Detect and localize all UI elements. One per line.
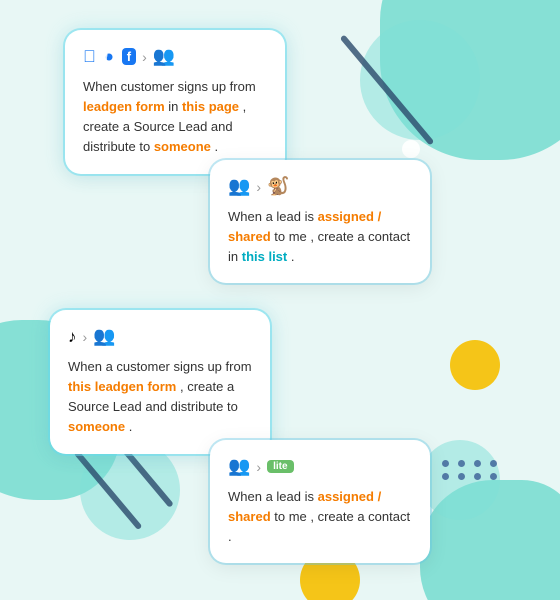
users-icon-2: 👥 [228,176,250,197]
arrow-icon-3: › [83,329,88,345]
users-icon-4: 👥 [228,456,250,477]
svg-text:f: f [105,52,108,61]
users-icon-3: 👥 [93,326,115,347]
someone-link-2: someone [68,419,125,434]
facebook-icon-svg: f [102,50,116,64]
card-3-text: When a customer signs up from this leadg… [68,357,252,438]
assigned-shared-link-1: assigned / shared [228,209,381,244]
assigned-shared-link-2: assigned / shared [228,489,381,524]
card-4-text: When a lead is assigned / shared to me ,… [228,487,412,547]
leadgen-form-link: leadgen form [83,99,165,114]
users-icon-1: 👥 [153,46,175,67]
card-3-header: ♪ › 👥 [68,326,252,347]
card-2-text: When a lead is assigned / shared to me ,… [228,207,412,267]
card-3[interactable]: ♪ › 👥 When a customer signs up from this… [50,310,270,454]
card-2-header: 👥 › 🐒 [228,176,412,197]
someone-link-1: someone [154,139,211,154]
lite-badge: lite [267,460,293,473]
mailchimp-icon: 🐒 [267,176,289,197]
fb-badge: f [122,48,136,65]
arrow-icon-2: › [256,179,261,195]
arrow-icon-1: › [142,49,147,65]
this-leadgen-form-link: this leadgen form [68,379,176,394]
cards-container:  f f › 👥 When customer signs up from le… [0,0,560,600]
card-1[interactable]:  f f › 👥 When customer signs up from le… [65,30,285,174]
card-1-text: When customer signs up from leadgen form… [83,77,267,158]
arrow-icon-4: › [256,459,261,475]
card-1-header:  f f › 👥 [83,46,267,67]
this-list-link: this list [242,249,288,264]
this-page-link: this page [182,99,239,114]
card-2[interactable]: 👥 › 🐒 When a lead is assigned / shared t… [210,160,430,283]
card-4-header: 👥 › lite [228,456,412,477]
facebook-icon:  [83,48,96,65]
tiktok-icon: ♪ [68,327,77,347]
card-4[interactable]: 👥 › lite When a lead is assigned / share… [210,440,430,563]
